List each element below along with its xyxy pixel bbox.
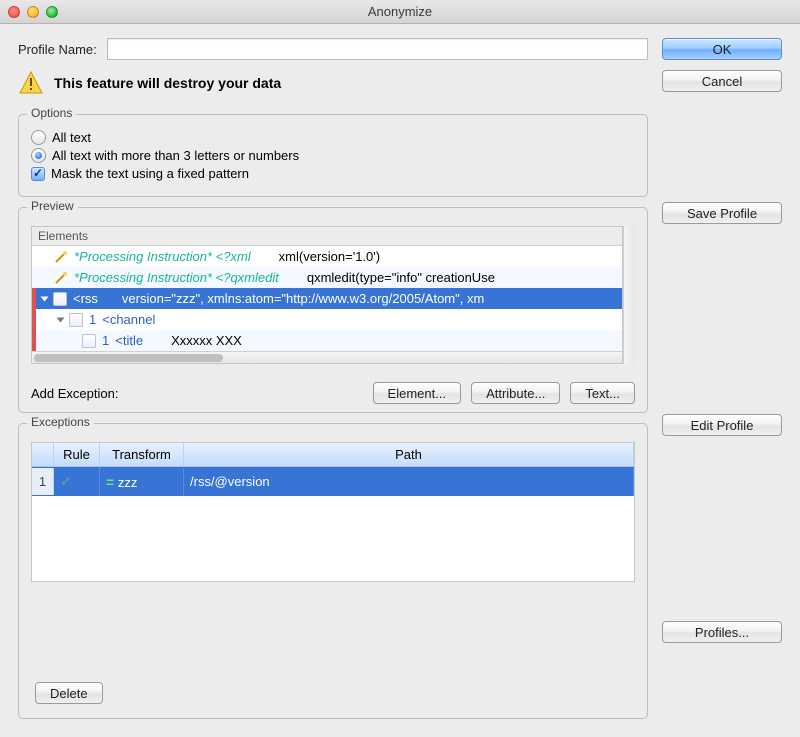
vertical-scrollbar[interactable] bbox=[623, 226, 635, 364]
elements-header: Elements bbox=[32, 227, 622, 246]
tree-row-pi-qxmledit[interactable]: *Processing Instruction* <?qxmledit qxml… bbox=[32, 267, 622, 288]
warning-text: This feature will destroy your data bbox=[54, 75, 281, 91]
exceptions-legend: Exceptions bbox=[27, 415, 94, 429]
horizontal-scrollbar[interactable] bbox=[32, 351, 622, 363]
options-group: Options All text All text with more than… bbox=[18, 114, 648, 197]
row-index: 1 bbox=[32, 468, 54, 495]
rule-cell: ✓ bbox=[54, 467, 100, 496]
checkbox-mask-fixed-label: Mask the text using a fixed pattern bbox=[51, 166, 249, 181]
element-icon bbox=[69, 313, 83, 327]
add-text-button[interactable]: Text... bbox=[570, 382, 635, 404]
disclosure-triangle-icon[interactable] bbox=[41, 296, 49, 301]
elements-tree[interactable]: Elements *Processing Instruction* <?xml … bbox=[31, 226, 623, 364]
close-window-icon[interactable] bbox=[8, 6, 20, 18]
radio-all-text-gt3[interactable] bbox=[31, 148, 46, 163]
exceptions-table[interactable]: Rule Transform Path 1 ✓ = zzz /rss/@vers… bbox=[31, 442, 635, 582]
checkbox-mask-fixed[interactable] bbox=[31, 167, 45, 181]
add-exception-label: Add Exception: bbox=[31, 386, 118, 401]
cancel-button[interactable]: Cancel bbox=[662, 70, 782, 92]
element-icon bbox=[82, 334, 96, 348]
radio-all-text-gt3-label: All text with more than 3 letters or num… bbox=[52, 148, 299, 163]
exception-row[interactable]: 1 ✓ = zzz /rss/@version bbox=[32, 467, 634, 496]
delete-button[interactable]: Delete bbox=[35, 682, 103, 704]
profile-name-label: Profile Name: bbox=[18, 42, 97, 57]
tree-row-title[interactable]: 1 <title Xxxxxx XXX bbox=[36, 330, 622, 351]
window-title: Anonymize bbox=[0, 4, 800, 19]
processing-instruction-icon bbox=[54, 271, 68, 285]
preview-legend: Preview bbox=[27, 199, 78, 213]
edit-profile-button[interactable]: Edit Profile bbox=[662, 414, 782, 436]
exceptions-header-row: Rule Transform Path bbox=[32, 443, 634, 467]
options-legend: Options bbox=[27, 106, 76, 120]
add-element-button[interactable]: Element... bbox=[373, 382, 462, 404]
exceptions-group: Exceptions Rule Transform Path 1 ✓ = zzz… bbox=[18, 423, 648, 719]
tree-row-channel[interactable]: 1 <channel bbox=[36, 309, 622, 330]
profiles-button[interactable]: Profiles... bbox=[662, 621, 782, 643]
warning-icon bbox=[18, 70, 44, 96]
col-index bbox=[32, 443, 54, 466]
titlebar: Anonymize bbox=[0, 0, 800, 24]
col-path[interactable]: Path bbox=[184, 443, 634, 466]
window-controls bbox=[8, 6, 58, 18]
ok-button[interactable]: OK bbox=[662, 38, 782, 60]
tree-row-rss[interactable]: <rss version="zzz", xmlns:atom="http://w… bbox=[36, 288, 622, 309]
tree-row-pi-xml[interactable]: *Processing Instruction* <?xml xml(versi… bbox=[32, 246, 622, 267]
disclosure-triangle-icon[interactable] bbox=[57, 317, 65, 322]
check-icon: ✓ bbox=[60, 473, 72, 489]
zoom-window-icon[interactable] bbox=[46, 6, 58, 18]
element-icon bbox=[53, 292, 67, 306]
col-rule[interactable]: Rule bbox=[54, 443, 100, 466]
save-profile-button[interactable]: Save Profile bbox=[662, 202, 782, 224]
add-attribute-button[interactable]: Attribute... bbox=[471, 382, 560, 404]
transform-cell: = zzz bbox=[100, 468, 184, 496]
profile-name-input[interactable] bbox=[107, 38, 648, 60]
col-transform[interactable]: Transform bbox=[100, 443, 184, 466]
minimize-window-icon[interactable] bbox=[27, 6, 39, 18]
radio-all-text-label: All text bbox=[52, 130, 91, 145]
radio-all-text[interactable] bbox=[31, 130, 46, 145]
preview-group: Preview Elements *Processing Instruction… bbox=[18, 207, 648, 413]
processing-instruction-icon bbox=[54, 250, 68, 264]
path-cell: /rss/@version bbox=[184, 468, 634, 495]
equals-icon: = bbox=[106, 474, 114, 490]
